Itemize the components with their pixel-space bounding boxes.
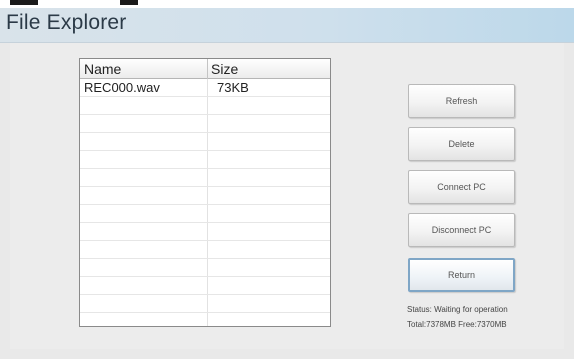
empty-row xyxy=(80,241,330,259)
empty-row xyxy=(80,223,330,241)
storage-info: Total:7378MB Free:7370MB xyxy=(407,320,507,329)
empty-row xyxy=(80,115,330,133)
header-mark xyxy=(120,0,138,5)
empty-row xyxy=(80,151,330,169)
empty-row xyxy=(80,259,330,277)
table-row[interactable]: REC000.wav 73KB xyxy=(80,79,330,97)
file-size: 73KB xyxy=(217,80,249,95)
refresh-button[interactable]: Refresh xyxy=(408,84,515,118)
empty-row xyxy=(80,295,330,313)
file-list-rows: REC000.wav 73KB xyxy=(80,79,330,313)
title-bar: File Explorer xyxy=(0,8,574,43)
empty-row xyxy=(80,97,330,115)
empty-row xyxy=(80,187,330,205)
empty-row xyxy=(80,133,330,151)
file-name: REC000.wav xyxy=(84,80,160,95)
file-list-header: Name Size xyxy=(80,59,330,79)
column-header-size[interactable]: Size xyxy=(211,60,238,78)
empty-row xyxy=(80,205,330,223)
empty-row xyxy=(80,277,330,295)
empty-row xyxy=(80,169,330,187)
column-header-name[interactable]: Name xyxy=(84,60,121,78)
status-text: Status: Waiting for operation xyxy=(407,305,508,314)
disconnect-pc-button[interactable]: Disconnect PC xyxy=(408,213,515,247)
column-divider[interactable] xyxy=(207,59,208,79)
connect-pc-button[interactable]: Connect PC xyxy=(408,170,515,204)
header-mark xyxy=(10,0,38,5)
top-strip xyxy=(0,0,574,8)
delete-button[interactable]: Delete xyxy=(408,127,515,161)
return-button[interactable]: Return xyxy=(408,258,515,292)
window-title: File Explorer xyxy=(6,11,127,34)
file-list[interactable]: Name Size REC000.wav 73KB xyxy=(79,58,331,327)
